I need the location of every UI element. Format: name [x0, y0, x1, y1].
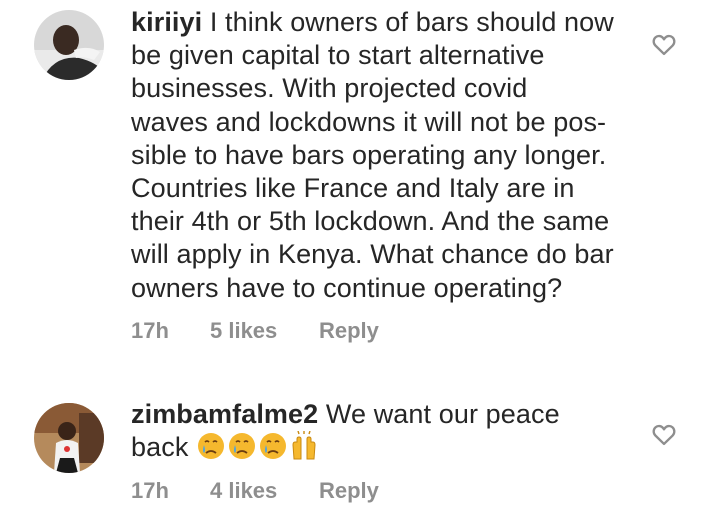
comment-line: businesses. With projected covid [131, 73, 528, 104]
crying-face-emoji [198, 433, 225, 460]
comment-line: will apply in Kenya. What chance do bar [131, 239, 614, 270]
comment-time: 17h [131, 478, 169, 503]
avatar[interactable] [34, 403, 104, 473]
comment-time: 17h [131, 318, 169, 343]
reply-button[interactable]: Reply [319, 318, 379, 344]
reply-button[interactable]: Reply [319, 478, 379, 504]
heart-outline-icon[interactable] [650, 420, 678, 448]
comment-line: owners have to continue operating? [131, 272, 563, 303]
comment-text: kiriiyi I think owners of bars should no… [131, 6, 631, 305]
crying-face-emoji [260, 433, 287, 460]
comment-likes[interactable]: 4 likes [210, 478, 319, 504]
crying-face-emoji [229, 433, 256, 460]
comment-line: their 4th or 5th lockdown. And the same [131, 206, 610, 237]
comment-line: waves and lockdowns it will not be pos- [131, 106, 607, 137]
heart-outline-icon[interactable] [650, 30, 678, 58]
comment-text: zimbamfalme2 We want our peace back [131, 398, 631, 464]
comment-line: back [131, 432, 189, 463]
comment-line: sible to have bars operating any longer. [131, 139, 607, 170]
comment-likes[interactable]: 5 likes [210, 318, 319, 344]
comment-username[interactable]: kiriiyi [131, 7, 202, 37]
comment-line: I think owners of bars should now [202, 7, 614, 37]
comment-meta: 17h 4 likes Reply [131, 478, 379, 504]
comment-meta: 17h 5 likes Reply [131, 318, 379, 344]
comment-username[interactable]: zimbamfalme2 [131, 399, 318, 429]
comment-line: We want our peace [318, 399, 560, 429]
emoji-row [188, 431, 320, 462]
raising-hands-emoji [292, 431, 316, 460]
comment-line: be given capital to start alternative [131, 40, 545, 71]
avatar[interactable] [34, 10, 104, 80]
comment-line: Countries like France and Italy are in [131, 173, 575, 204]
